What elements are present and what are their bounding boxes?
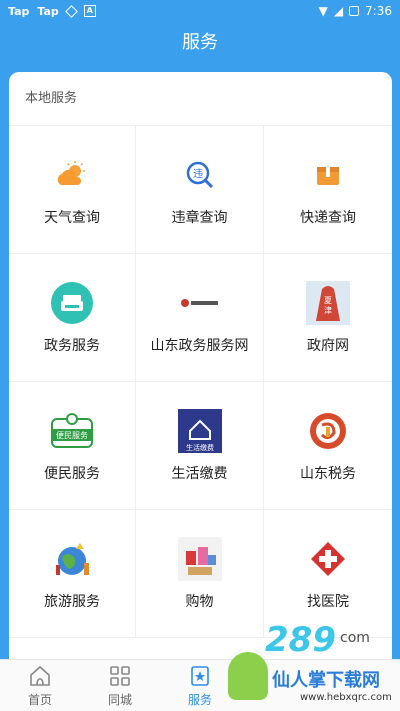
watermark-brand: 289 [265, 620, 336, 660]
svg-text:夏: 夏 [324, 296, 332, 305]
service-label: 快递查询 [300, 209, 356, 226]
home-icon [30, 665, 50, 686]
service-label: 政府网 [307, 337, 349, 354]
service-label: 政务服务 [44, 337, 100, 354]
nav-label: 同城 [107, 693, 132, 707]
nav-home[interactable]: 首页 [0, 660, 80, 711]
government-service-icon [50, 281, 94, 325]
watermark-url: www.hebxqrc.com [300, 692, 392, 703]
svg-text:津: 津 [324, 305, 332, 315]
service-label: 购物 [185, 593, 214, 610]
watermark-title: 仙人掌下载网 [272, 670, 380, 691]
hospital-icon [306, 537, 350, 581]
tap-icon: Tap [8, 4, 30, 18]
status-left: Tap Tap A [8, 5, 96, 18]
shandong-gov-logo [178, 281, 222, 325]
svg-text:违: 违 [193, 168, 203, 180]
service-gov-site[interactable]: 夏 津 政府网 [264, 254, 392, 382]
nav-city[interactable]: 同城 [80, 660, 160, 711]
tourism-icon [50, 537, 94, 581]
government-site-icon: 夏 津 [306, 280, 350, 325]
service-label: 山东政务服务网 [150, 337, 249, 354]
service-shandong-gov[interactable]: 山东政务服务网 [136, 254, 264, 382]
grid-icon [110, 666, 130, 686]
tap-icon: Tap [37, 4, 59, 18]
service-label: 便民服务 [44, 465, 100, 482]
package-icon [306, 153, 350, 197]
local-services-card: 本地服务 天气查询 违 违章查询 快递查询 政务服务 山东政务服务网 夏 津 政… [9, 72, 392, 672]
service-icon [191, 666, 209, 686]
status-bar: Tap Tap A ▼ ◢ 7:36 [0, 0, 400, 22]
tax-icon [306, 409, 350, 453]
service-convenience[interactable]: 便民服务 便民服务 [9, 382, 136, 510]
watermark-suffix: com [340, 630, 370, 646]
a-icon: A [83, 5, 96, 17]
life-payment-icon: 生活缴费 [177, 408, 222, 453]
service-tourism[interactable]: 旅游服务 [9, 510, 136, 638]
weather-icon [50, 153, 94, 197]
service-label: 天气查询 [44, 209, 100, 226]
svg-text:便民服务: 便民服务 [56, 430, 88, 440]
watermark-overlay: 289 com 仙人掌下载网 www.hebxqrc.com [220, 610, 400, 710]
service-label: 山东税务 [300, 465, 356, 482]
shopping-icon [177, 536, 222, 581]
service-traffic-violation[interactable]: 违 违章查询 [136, 126, 264, 254]
service-label: 旅游服务 [44, 593, 100, 610]
service-tax[interactable]: 山东税务 [264, 382, 392, 510]
service-label: 违章查询 [171, 209, 228, 226]
status-right: ▼ ◢ 7:36 [319, 4, 392, 18]
service-express[interactable]: 快递查询 [264, 126, 392, 254]
cactus-logo-icon [228, 652, 268, 700]
service-government[interactable]: 政务服务 [9, 254, 136, 382]
service-label: 找医院 [307, 593, 349, 610]
service-life-payment[interactable]: 生活缴费 生活缴费 [136, 382, 264, 510]
app-bar-title: 服务 [0, 22, 400, 64]
nav-label: 首页 [27, 693, 52, 707]
service-label: 生活缴费 [171, 465, 228, 482]
sync-icon [64, 4, 78, 18]
wifi-icon: ▼ [318, 4, 328, 18]
status-time: 7:36 [365, 4, 392, 18]
services-grid: 天气查询 违 违章查询 快递查询 政务服务 山东政务服务网 夏 津 政府网 便民… [9, 126, 392, 638]
convenience-icon: 便民服务 [50, 409, 94, 453]
traffic-violation-icon: 违 [178, 153, 222, 197]
signal-icon: ◢ [333, 4, 344, 18]
section-title: 本地服务 [9, 72, 392, 126]
battery-icon [349, 6, 360, 16]
service-weather[interactable]: 天气查询 [9, 126, 136, 254]
svg-text:生活缴费: 生活缴费 [186, 443, 214, 452]
nav-label: 服务 [187, 693, 212, 707]
